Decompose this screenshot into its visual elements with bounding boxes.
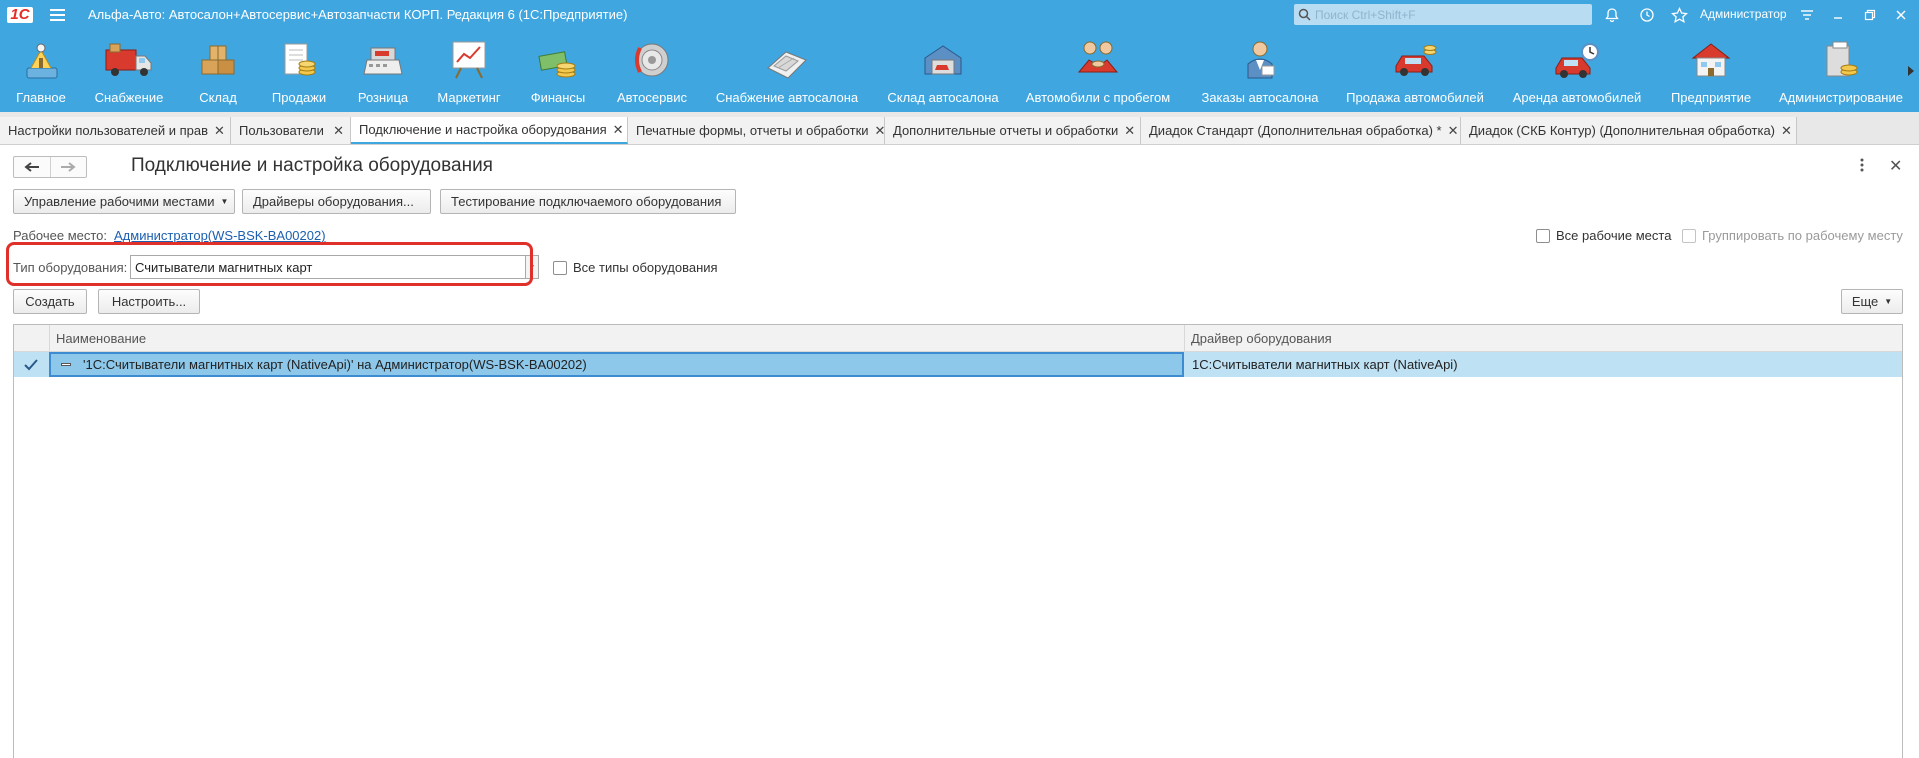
tab-close-icon[interactable]: ✕ [1775,123,1792,139]
configure-button[interactable]: Настроить... [98,289,200,314]
garage-icon [921,29,965,84]
column-header-name[interactable]: Наименование [49,325,1184,352]
logo-text: 1С [7,6,33,23]
workplace-label: Рабочее место: [13,228,108,243]
section-used-cars[interactable]: Автомобили с пробегом [1025,29,1171,112]
restore-icon[interactable] [1860,5,1880,25]
workplace-link[interactable]: Администратор(WS-BSK-BA00202) [114,228,326,243]
search-icon [1298,8,1311,21]
sections-panel: Главное Снабжение Склад Продажи Розница … [0,29,1919,112]
tab-close-icon[interactable]: ✕ [869,123,886,139]
section-marketing[interactable]: Маркетинг [433,29,505,112]
tab-close-icon[interactable]: ✕ [327,123,344,139]
logo-1c[interactable]: 1С [0,0,40,29]
settings-menu-icon[interactable] [1797,5,1817,25]
create-button[interactable]: Создать [13,289,87,314]
section-autoservice[interactable]: Автосервис [612,29,692,112]
table-header: Наименование Драйвер оборудования [14,325,1902,352]
notifications-bell-icon[interactable] [1602,5,1622,25]
car-sale-icon [1392,29,1438,84]
search-input[interactable] [1315,7,1575,22]
favorites-star-icon[interactable] [1669,5,1689,25]
section-supply[interactable]: Снабжение [88,29,170,112]
close-window-icon[interactable] [1891,5,1911,25]
cell-name[interactable]: '1С:Считыватели магнитных карт (NativeAp… [49,352,1184,377]
tab-close-icon[interactable]: ✕ [208,123,225,139]
equipment-table[interactable]: Наименование Драйвер оборудования '1С:Сч… [13,324,1903,758]
section-main[interactable]: Главное [6,29,76,112]
car-rent-icon [1554,29,1600,84]
tab-users[interactable]: Пользователи ✕ [231,117,351,144]
chevron-down-icon: ▼ [220,197,229,206]
form-more-actions-icon[interactable] [1860,158,1872,174]
tab-close-icon[interactable]: ✕ [607,122,624,138]
drivers-button[interactable]: Драйверы оборудования... [242,189,431,214]
tab-close-icon[interactable]: ✕ [1442,123,1459,139]
checkmark-icon [14,352,48,377]
item-status-icon [61,363,71,366]
cell-driver[interactable]: 1С:Считыватели магнитных карт (NativeApi… [1184,352,1458,377]
section-dealership-orders[interactable]: Заказы автосалона [1200,29,1320,112]
sales-icon [277,29,321,84]
highlight-annotation [6,242,533,286]
section-car-sales[interactable]: Продажа автомобилей [1346,29,1484,112]
tab-additional-reports[interactable]: Дополнительные отчеты и обработки ✕ [885,117,1141,144]
home-icon [19,29,63,84]
section-dealership-warehouse[interactable]: Склад автосалона [884,29,1002,112]
open-tabs-bar: Настройки пользователей и прав ✕ Пользова… [0,112,1919,145]
section-administration[interactable]: Администрирование [1779,29,1903,112]
coins-icon [536,29,580,84]
tab-print-forms[interactable]: Печатные формы, отчеты и обработки ✕ [628,117,885,144]
all-workplaces-checkbox[interactable]: Все рабочие места [1536,228,1671,243]
table-row[interactable]: '1С:Считыватели магнитных карт (NativeAp… [14,352,1902,377]
tab-close-icon[interactable]: ✕ [1118,123,1135,139]
section-car-rental[interactable]: Аренда автомобилей [1512,29,1642,112]
section-retail[interactable]: Розница [351,29,415,112]
tab-diadoc-skb-kontur[interactable]: Диадок (СКБ Контур) (Дополнительная обра… [1461,117,1797,144]
minimize-icon[interactable] [1828,5,1848,25]
more-button[interactable]: Еще ▼ [1841,289,1903,314]
forward-arrow-icon[interactable] [49,157,87,177]
back-arrow-icon[interactable] [14,157,50,177]
navigation-buttons [13,156,87,178]
equipment-form: Подключение и настройка оборудования ✕ У… [0,146,1919,758]
chevron-down-icon: ▼ [1884,297,1893,306]
global-search[interactable] [1294,4,1592,25]
section-dealership-supply[interactable]: Снабжение автосалона [713,29,861,112]
current-user[interactable]: Администратор [1700,0,1787,29]
database-icon [1819,29,1863,84]
tab-diadoc-standard[interactable]: Диадок Стандарт (Дополнительная обработк… [1141,117,1461,144]
form-title: Подключение и настройка оборудования [131,155,493,176]
group-by-workplace-checkbox[interactable]: Группировать по рабочему месту [1682,228,1903,243]
section-finance[interactable]: Финансы [524,29,592,112]
calculator-icon [764,29,810,84]
workplaces-menu-button[interactable]: Управление рабочими местами ▼ [13,189,235,214]
truck-icon [104,29,154,84]
sections-scroll-right-icon[interactable] [1903,29,1919,112]
section-sales[interactable]: Продажи [264,29,334,112]
chart-board-icon [447,29,491,84]
all-equipment-types-checkbox[interactable]: Все типы оборудования [553,260,718,275]
building-icon [1689,29,1733,84]
person-icon [1238,29,1282,84]
history-clock-icon[interactable] [1637,5,1657,25]
section-enterprise[interactable]: Предприятие [1668,29,1754,112]
hamburger-menu-icon[interactable] [40,0,74,29]
column-header-driver[interactable]: Драйвер оборудования [1184,325,1902,352]
section-warehouse[interactable]: Склад [189,29,247,112]
tab-equipment-setup[interactable]: Подключение и настройка оборудования ✕ [351,117,628,144]
equipment-testing-button[interactable]: Тестирование подключаемого оборудования [440,189,736,214]
tab-user-rights-settings[interactable]: Настройки пользователей и прав ✕ [0,117,231,144]
title-bar: 1С Альфа-Авто: Автосалон+Автосервис+Авто… [0,0,1919,29]
handshake-icon [1075,29,1121,84]
brake-disc-icon [630,29,674,84]
cash-register-icon [361,29,405,84]
app-title: Альфа-Авто: Автосалон+Автосервис+Автозап… [88,7,628,22]
boxes-icon [196,29,240,84]
form-close-icon[interactable]: ✕ [1889,156,1902,176]
